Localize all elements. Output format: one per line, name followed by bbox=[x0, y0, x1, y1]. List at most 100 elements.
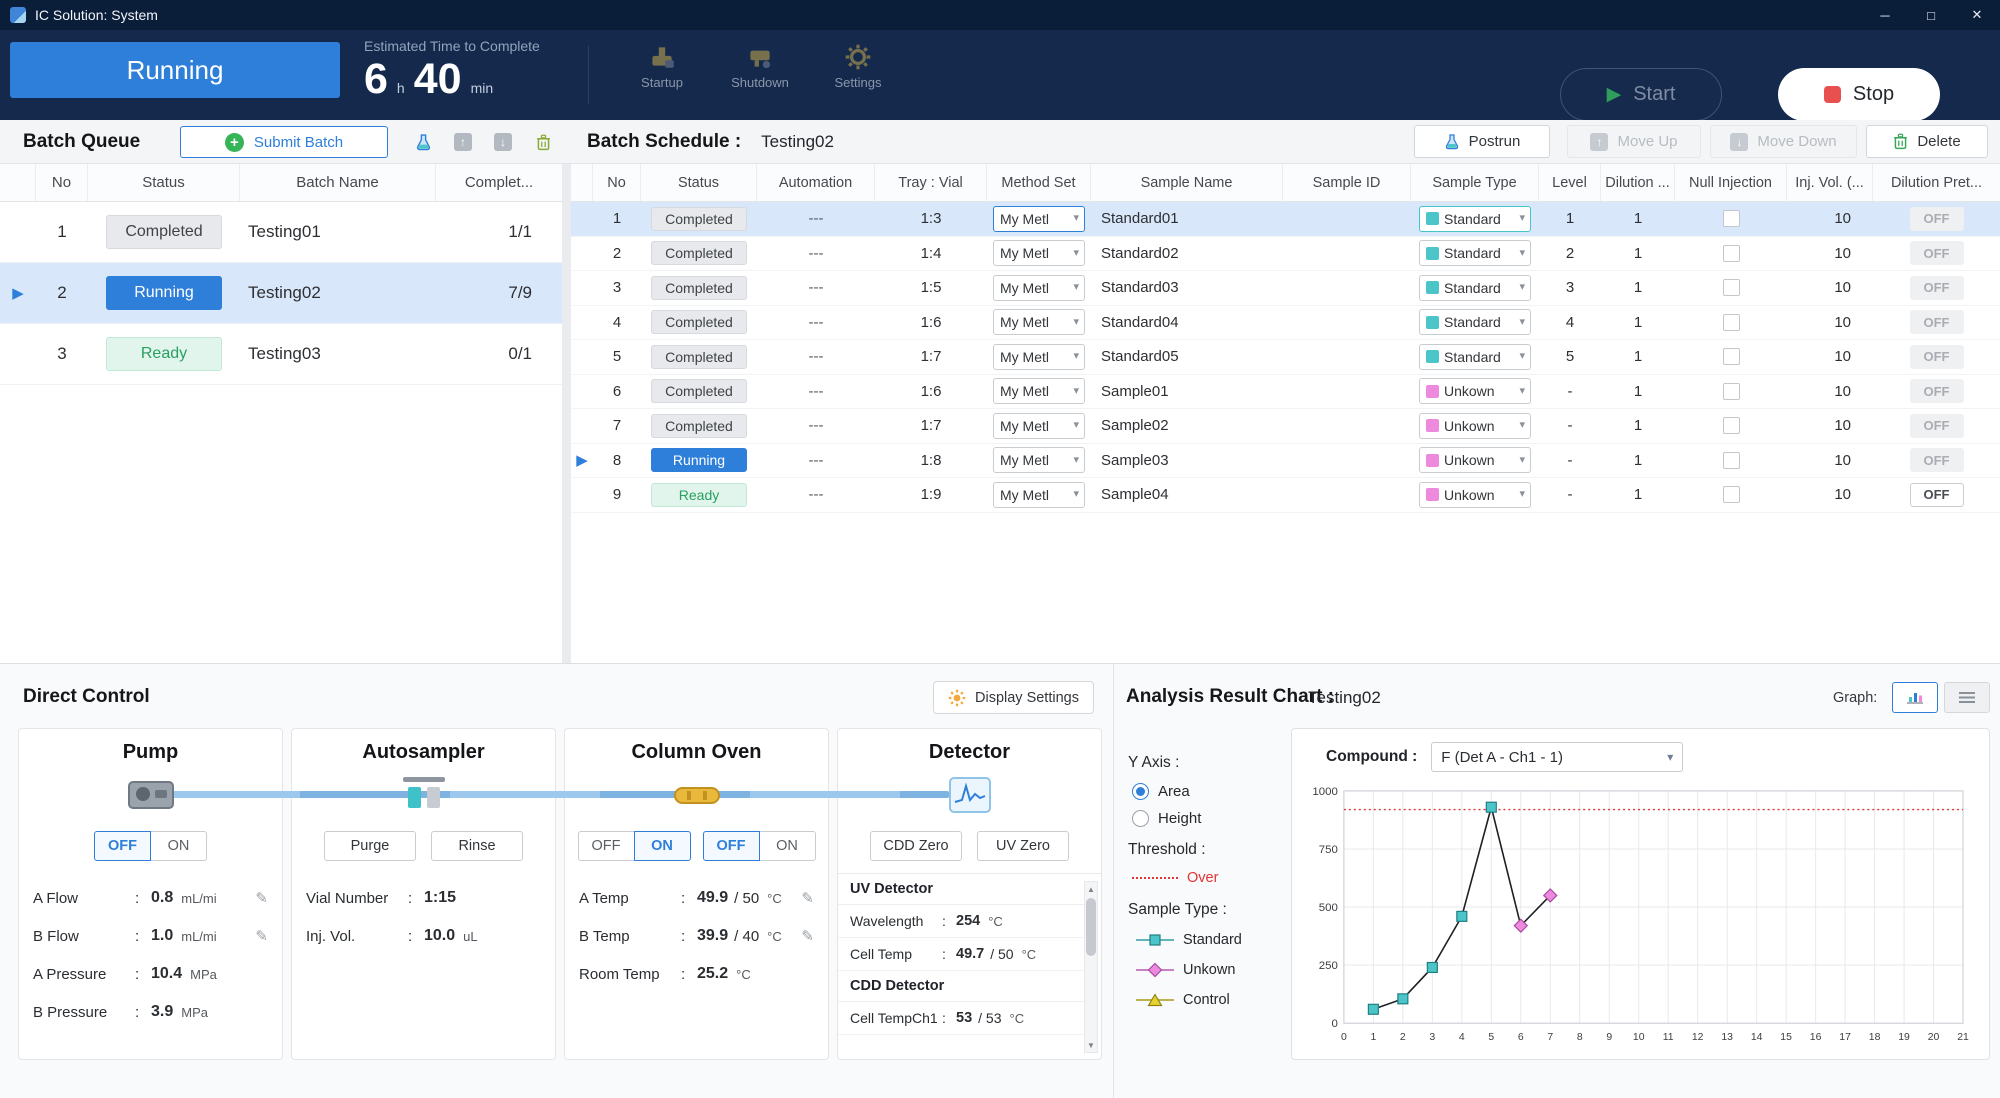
pump-on-button[interactable]: ON bbox=[150, 831, 207, 861]
schedule-row[interactable]: ▶8Running---1:8My Metl▾Sample03Unkown▾-1… bbox=[571, 444, 2000, 479]
radio-icon bbox=[1132, 810, 1149, 827]
scrollbar-thumb[interactable] bbox=[1086, 898, 1096, 956]
queue-row[interactable]: 1CompletedTesting011/1 bbox=[0, 202, 562, 263]
null-injection-checkbox[interactable] bbox=[1723, 348, 1740, 365]
method-set-dropdown[interactable]: My Metl▾ bbox=[993, 309, 1085, 335]
schedule-row-sample-id bbox=[1283, 444, 1411, 478]
dilution-pret-toggle[interactable]: OFF bbox=[1910, 345, 1964, 369]
scroll-up-icon[interactable]: ▲ bbox=[1085, 882, 1097, 896]
method-set-dropdown[interactable]: My Metl▾ bbox=[993, 240, 1085, 266]
null-injection-checkbox[interactable] bbox=[1723, 279, 1740, 296]
sample-type-dropdown[interactable]: Standard▾ bbox=[1419, 275, 1531, 301]
method-set-dropdown[interactable]: My Metl▾ bbox=[993, 413, 1085, 439]
stop-button[interactable]: Stop bbox=[1778, 68, 1940, 121]
pump-off-button[interactable]: OFF bbox=[94, 831, 151, 861]
sample-type-dropdown[interactable]: Standard▾ bbox=[1419, 206, 1531, 232]
autosampler-purge-button[interactable]: Purge bbox=[324, 831, 416, 861]
method-set-dropdown[interactable]: My Metl▾ bbox=[993, 206, 1085, 232]
header-divider bbox=[588, 46, 589, 104]
panel-divider bbox=[562, 164, 571, 663]
schedule-row[interactable]: 2Completed---1:4My Metl▾Standard02Standa… bbox=[571, 237, 2000, 272]
schedule-row-inj-vol: 10 bbox=[1787, 340, 1873, 374]
field-label: Vial Number bbox=[306, 890, 408, 907]
dilution-pret-toggle[interactable]: OFF bbox=[1910, 276, 1964, 300]
startup-button[interactable]: Startup bbox=[614, 42, 710, 90]
delete-button[interactable]: Delete bbox=[1866, 125, 1988, 158]
queue-postrun-button[interactable] bbox=[408, 128, 438, 156]
schedule-row[interactable]: 5Completed---1:7My Metl▾Standard05Standa… bbox=[571, 340, 2000, 375]
schedule-row[interactable]: 9Ready---1:9My Metl▾Sample04Unkown▾-110O… bbox=[571, 478, 2000, 513]
dilution-pret-toggle[interactable]: OFF bbox=[1910, 207, 1964, 231]
queue-row[interactable]: ▶2RunningTesting027/9 bbox=[0, 263, 562, 324]
postrun-button[interactable]: Postrun bbox=[1414, 125, 1550, 158]
y-axis-option-height[interactable]: Height bbox=[1132, 810, 1294, 827]
minimize-button[interactable]: ─ bbox=[1862, 0, 1908, 30]
null-injection-checkbox[interactable] bbox=[1723, 452, 1740, 469]
close-button[interactable]: ✕ bbox=[1954, 0, 2000, 30]
maximize-button[interactable]: □ bbox=[1908, 0, 1954, 30]
schedule-row[interactable]: 4Completed---1:6My Metl▾Standard04Standa… bbox=[571, 306, 2000, 341]
schedule-row[interactable]: 3Completed---1:5My Metl▾Standard03Standa… bbox=[571, 271, 2000, 306]
queue-move-down-button[interactable]: ↓ bbox=[488, 128, 518, 156]
sample-type-dropdown[interactable]: Unkown▾ bbox=[1419, 378, 1531, 404]
move-up-button[interactable]: ↑ Move Up bbox=[1567, 125, 1701, 158]
column-oven-on-button[interactable]: ON bbox=[759, 831, 816, 861]
sample-type-dropdown[interactable]: Standard▾ bbox=[1419, 240, 1531, 266]
sample-type-dropdown[interactable]: Unkown▾ bbox=[1419, 482, 1531, 508]
method-set-dropdown[interactable]: My Metl▾ bbox=[993, 447, 1085, 473]
compound-dropdown[interactable]: F (Det A - Ch1 - 1) ▾ bbox=[1431, 742, 1683, 772]
queue-row[interactable]: 3ReadyTesting030/1 bbox=[0, 324, 562, 385]
column-oven-on-button[interactable]: ON bbox=[634, 831, 691, 861]
display-settings-button[interactable]: Display Settings bbox=[933, 681, 1094, 714]
queue-delete-button[interactable] bbox=[528, 128, 558, 156]
sample-type-dropdown[interactable]: Standard▾ bbox=[1419, 309, 1531, 335]
sample-type-dropdown[interactable]: Unkown▾ bbox=[1419, 447, 1531, 473]
graph-list-view-button[interactable] bbox=[1944, 682, 1990, 713]
submit-batch-button[interactable]: + Submit Batch bbox=[180, 126, 388, 158]
edit-pencil-icon[interactable]: ✎ bbox=[255, 927, 268, 945]
edit-pencil-icon[interactable]: ✎ bbox=[255, 889, 268, 907]
dilution-pret-toggle[interactable]: OFF bbox=[1910, 414, 1964, 438]
null-injection-checkbox[interactable] bbox=[1723, 383, 1740, 400]
method-set-dropdown[interactable]: My Metl▾ bbox=[993, 378, 1085, 404]
schedule-row-null-injection bbox=[1675, 202, 1787, 236]
scrollbar-track[interactable] bbox=[1085, 896, 1097, 1038]
column-oven-off-button[interactable]: OFF bbox=[703, 831, 760, 861]
method-set-dropdown[interactable]: My Metl▾ bbox=[993, 275, 1085, 301]
scroll-down-icon[interactable]: ▼ bbox=[1085, 1038, 1097, 1052]
queue-move-up-button[interactable]: ↑ bbox=[448, 128, 478, 156]
edit-pencil-icon[interactable]: ✎ bbox=[801, 927, 814, 945]
y-axis-option-area[interactable]: Area bbox=[1132, 783, 1294, 800]
dilution-pret-toggle[interactable]: OFF bbox=[1910, 448, 1964, 472]
move-down-button[interactable]: ↓ Move Down bbox=[1710, 125, 1857, 158]
system-status-button[interactable]: Running bbox=[10, 42, 340, 98]
dilution-pret-toggle[interactable]: OFF bbox=[1910, 310, 1964, 334]
schedule-row[interactable]: 6Completed---1:6My Metl▾Sample01Unkown▾-… bbox=[571, 375, 2000, 410]
dilution-pret-toggle[interactable]: OFF bbox=[1910, 379, 1964, 403]
detector-cdd-zero-button[interactable]: CDD Zero bbox=[870, 831, 962, 861]
shutdown-button[interactable]: Shutdown bbox=[712, 42, 808, 90]
edit-pencil-icon[interactable]: ✎ bbox=[801, 889, 814, 907]
dilution-pret-toggle[interactable]: OFF bbox=[1910, 483, 1964, 507]
detector-scrollbar[interactable]: ▲ ▼ bbox=[1084, 881, 1098, 1053]
method-set-dropdown[interactable]: My Metl▾ bbox=[993, 482, 1085, 508]
settings-button[interactable]: Settings bbox=[810, 42, 906, 90]
null-injection-checkbox[interactable] bbox=[1723, 417, 1740, 434]
method-set-dropdown[interactable]: My Metl▾ bbox=[993, 344, 1085, 370]
null-injection-checkbox[interactable] bbox=[1723, 245, 1740, 262]
sample-type-dropdown[interactable]: Unkown▾ bbox=[1419, 413, 1531, 439]
null-injection-checkbox[interactable] bbox=[1723, 486, 1740, 503]
graph-chart-view-button[interactable] bbox=[1892, 682, 1938, 713]
start-button[interactable]: ▶ Start bbox=[1560, 68, 1722, 121]
detector-uv-zero-button[interactable]: UV Zero bbox=[977, 831, 1069, 861]
schedule-row[interactable]: 7Completed---1:7My Metl▾Sample02Unkown▾-… bbox=[571, 409, 2000, 444]
null-injection-checkbox[interactable] bbox=[1723, 314, 1740, 331]
sample-type-dropdown[interactable]: Standard▾ bbox=[1419, 344, 1531, 370]
svg-text:21: 21 bbox=[1957, 1032, 1969, 1043]
autosampler-rinse-button[interactable]: Rinse bbox=[431, 831, 523, 861]
null-injection-checkbox[interactable] bbox=[1723, 210, 1740, 227]
column-oven-off-button[interactable]: OFF bbox=[578, 831, 635, 861]
schedule-row[interactable]: 1Completed---1:3My Metl▾Standard01Standa… bbox=[571, 202, 2000, 237]
dilution-pret-toggle[interactable]: OFF bbox=[1910, 241, 1964, 265]
schedule-row-status: Completed bbox=[641, 202, 757, 236]
